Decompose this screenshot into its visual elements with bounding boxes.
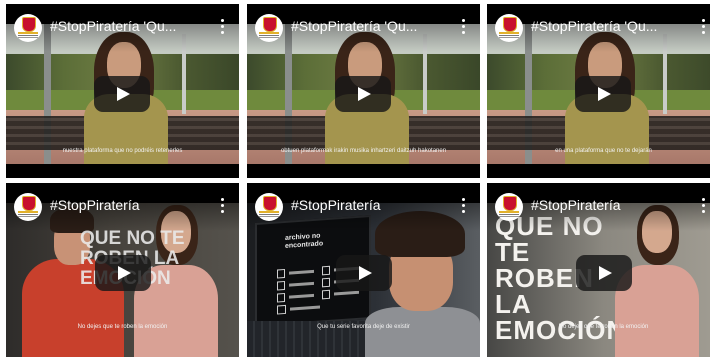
channel-avatar[interactable] bbox=[495, 14, 523, 42]
crest-band bbox=[259, 211, 279, 213]
crest-caption bbox=[259, 35, 279, 36]
crest-caption bbox=[259, 214, 279, 215]
video-subtitle: obtuen plataformak irakin musika inhartz… bbox=[280, 148, 447, 154]
person-body bbox=[365, 307, 480, 357]
video-card[interactable]: #StopPiratería 'Qu... nuestra plataforma… bbox=[6, 4, 239, 178]
video-subtitle: nuestra plataforma que no podréis retene… bbox=[62, 148, 183, 154]
spain-government-crest-icon bbox=[22, 17, 36, 32]
video-title[interactable]: #StopPiratería bbox=[531, 197, 681, 213]
video-header: #StopPiratería bbox=[247, 183, 480, 231]
crest-band bbox=[259, 32, 279, 34]
video-header: #StopPiratería 'Qu... bbox=[487, 4, 710, 52]
play-button[interactable] bbox=[335, 76, 391, 112]
crest-caption bbox=[499, 214, 519, 215]
play-button[interactable] bbox=[94, 76, 150, 112]
video-title[interactable]: #StopPiratería bbox=[50, 197, 200, 213]
kebab-menu-icon[interactable] bbox=[221, 198, 225, 216]
video-subtitle: No dejes que te roben la emoción bbox=[77, 324, 168, 330]
video-title[interactable]: #StopPiratería bbox=[291, 197, 441, 213]
channel-avatar[interactable] bbox=[255, 193, 283, 221]
video-title[interactable]: #StopPiratería 'Qu... bbox=[50, 18, 200, 34]
spain-government-crest-icon bbox=[263, 17, 277, 32]
video-card[interactable]: archivo no encontrado #StopPiratería Que… bbox=[247, 183, 480, 357]
play-button[interactable] bbox=[576, 255, 632, 291]
video-subtitle: No dejes que te roben la emoción bbox=[558, 324, 649, 330]
screen-message: archivo no encontrado bbox=[285, 232, 324, 250]
video-card[interactable]: #StopPiratería 'Qu... en una plataforma … bbox=[487, 4, 710, 178]
video-card[interactable]: QUE NO TE ROBEN LA EMOCIÓN #StopPiraterí… bbox=[487, 183, 710, 357]
crest-band bbox=[18, 211, 38, 213]
kebab-menu-icon[interactable] bbox=[702, 198, 706, 216]
video-header: #StopPiratería bbox=[487, 183, 710, 231]
crest-band bbox=[499, 211, 519, 213]
crest-band bbox=[499, 32, 519, 34]
video-card[interactable]: #StopPiratería 'Qu... obtuen plataformak… bbox=[247, 4, 480, 178]
spain-government-crest-icon bbox=[263, 196, 277, 211]
kebab-menu-icon[interactable] bbox=[462, 19, 466, 37]
video-header: #StopPiratería 'Qu... bbox=[247, 4, 480, 52]
crest-caption bbox=[499, 35, 519, 36]
crest-caption bbox=[18, 214, 38, 215]
video-grid: #StopPiratería 'Qu... nuestra plataforma… bbox=[0, 0, 710, 359]
video-subtitle: Que tu serie favorita deje de existir bbox=[317, 324, 410, 330]
video-title[interactable]: #StopPiratería 'Qu... bbox=[531, 18, 681, 34]
spain-government-crest-icon bbox=[22, 196, 36, 211]
kebab-menu-icon[interactable] bbox=[462, 198, 466, 216]
play-button[interactable] bbox=[95, 255, 151, 291]
kebab-menu-icon[interactable] bbox=[702, 19, 706, 37]
video-title[interactable]: #StopPiratería 'Qu... bbox=[291, 18, 441, 34]
channel-avatar[interactable] bbox=[255, 14, 283, 42]
spain-government-crest-icon bbox=[503, 196, 517, 211]
video-header: #StopPiratería 'Qu... bbox=[6, 4, 239, 52]
video-card[interactable]: QUE NO TE ROBEN LA EMOCIÓN #StopPiraterí… bbox=[6, 183, 239, 357]
video-header: #StopPiratería bbox=[6, 183, 239, 231]
play-button[interactable] bbox=[575, 76, 631, 112]
channel-avatar[interactable] bbox=[495, 193, 523, 221]
crest-band bbox=[18, 32, 38, 34]
spain-government-crest-icon bbox=[503, 17, 517, 32]
kebab-menu-icon[interactable] bbox=[221, 19, 225, 37]
video-subtitle: en una plataforma que no te dejarán bbox=[555, 148, 652, 154]
channel-avatar[interactable] bbox=[14, 193, 42, 221]
play-button[interactable] bbox=[336, 255, 392, 291]
crest-caption bbox=[18, 35, 38, 36]
channel-avatar[interactable] bbox=[14, 14, 42, 42]
